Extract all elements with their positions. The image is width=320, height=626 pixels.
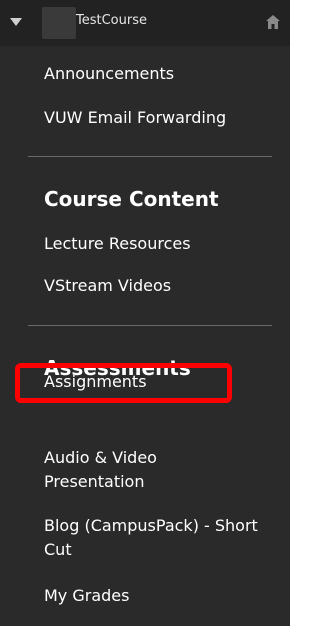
menu-item-audio-video-presentation[interactable]: Audio & Video Presentation <box>44 446 214 494</box>
menu-item-assignments[interactable]: Assignments <box>44 370 274 394</box>
course-thumbnail <box>42 7 76 39</box>
course-name[interactable]: TestCourse <box>76 13 147 28</box>
course-menu: TestCourse Announcements VUW Email Forwa… <box>0 0 293 626</box>
menu-item-my-grades[interactable]: My Grades <box>44 584 274 608</box>
course-header: TestCourse <box>0 0 290 46</box>
section-title-course-content: Course Content <box>44 187 219 211</box>
menu-item-lecture-resources[interactable]: Lecture Resources <box>44 232 274 256</box>
menu-item-blog-campuspack-short-cut[interactable]: Blog (CampusPack) - Short Cut <box>44 514 274 562</box>
menu-item-vuw-email-forwarding[interactable]: VUW Email Forwarding <box>44 106 274 130</box>
menu-item-vstream-videos[interactable]: VStream Videos <box>44 274 274 298</box>
home-icon[interactable] <box>264 13 282 31</box>
chevron-down-icon[interactable] <box>10 18 22 26</box>
menu-item-announcements[interactable]: Announcements <box>44 62 274 86</box>
divider <box>28 325 272 326</box>
divider <box>28 156 272 157</box>
